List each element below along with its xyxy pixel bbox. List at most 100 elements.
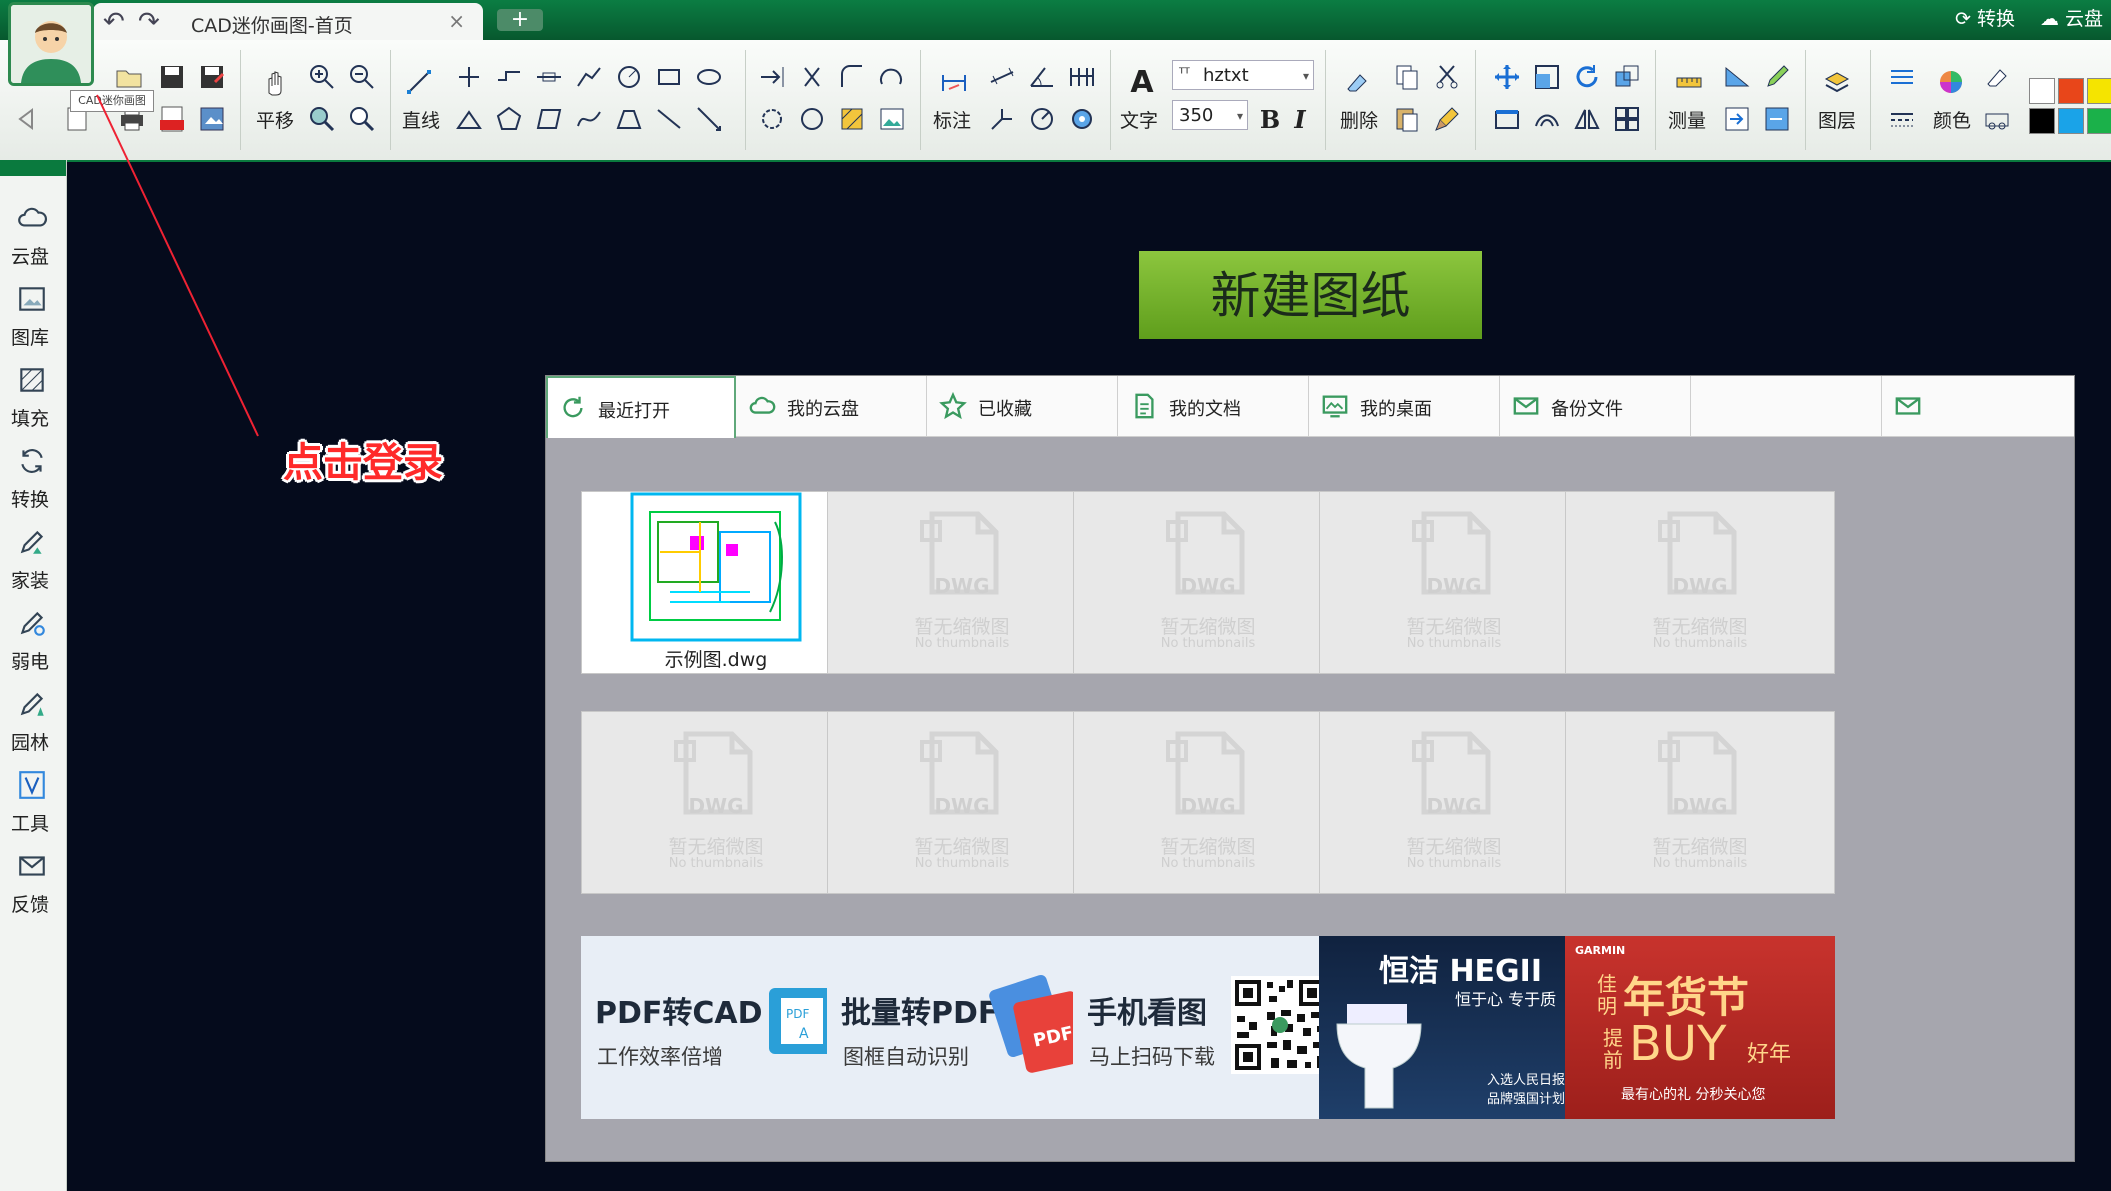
- no-thumbnail-en: No thumbnails: [914, 856, 1010, 871]
- garden-icon: [12, 684, 52, 724]
- tab-backup-files[interactable]: 备份文件: [1501, 376, 1691, 436]
- no-thumbnail-en: No thumbnails: [668, 856, 764, 871]
- sidebar-label: 填充: [10, 408, 49, 430]
- ad-brand: GARMIN: [1575, 944, 1626, 957]
- sidebar-item-gallery[interactable]: 图库: [0, 279, 66, 351]
- no-thumbnail-cn: 暂无缩微图: [1406, 616, 1502, 638]
- promo-title: 手机看图: [1087, 996, 1207, 1031]
- cloud-icon: [12, 198, 52, 238]
- file-card-empty[interactable]: DWG 暂无缩微图 No thumbnails: [1565, 491, 1835, 674]
- no-thumbnail-en: No thumbnails: [1160, 636, 1256, 651]
- tab-label: 我的桌面: [1360, 399, 1432, 420]
- ad-slogan: 恒于心 专于质: [1455, 990, 1557, 1009]
- no-thumbnail-en: No thumbnails: [1406, 856, 1502, 871]
- sidebar-label: 云盘: [10, 246, 49, 268]
- file-card-empty[interactable]: DWG 暂无缩微图 No thumbnails: [1565, 711, 1835, 894]
- svg-text:PDF: PDF: [786, 1007, 809, 1021]
- login-hint-annotation: 点击登录: [283, 440, 443, 486]
- promo-pdf-to-cad[interactable]: PDF转CAD 工作效率倍增 PDF A: [581, 936, 851, 1119]
- promo-mobile-view[interactable]: 手机看图 马上扫码下载: [1073, 936, 1343, 1119]
- dwg-label: DWG: [1426, 794, 1482, 818]
- star-icon: [938, 391, 968, 421]
- ad-footer: 最有心的礼 分秒关心您: [1621, 1087, 1766, 1103]
- sidebar-label: 园林: [10, 732, 49, 754]
- no-thumbnail-cn: 暂无缩微图: [1160, 836, 1256, 858]
- sidebar-item-low-voltage[interactable]: 弱电: [0, 603, 66, 675]
- tab-label: 我的云盘: [787, 399, 859, 420]
- tab-my-desktop[interactable]: 我的桌面: [1310, 376, 1500, 436]
- ad-text: 前: [1603, 1048, 1623, 1072]
- tab-favorites[interactable]: 已收藏: [928, 376, 1118, 436]
- left-sidebar: 云盘 图库 填充 转换 家装 弱电 园林 工具 反馈: [0, 160, 67, 1191]
- dwg-label: DWG: [1180, 794, 1236, 818]
- new-drawing-button[interactable]: 新建图纸: [1139, 251, 1482, 339]
- promo-batch-pdf[interactable]: 批量转PDF 图框自动识别 PDF: [827, 936, 1097, 1119]
- ad-text: BUY: [1629, 1016, 1727, 1072]
- no-thumbnail-cn: 暂无缩微图: [914, 616, 1010, 638]
- desktop-icon: [1320, 391, 1350, 421]
- no-thumbnail-en: No thumbnails: [1160, 856, 1256, 871]
- mail-icon: [1511, 391, 1541, 421]
- sidebar-label: 工具: [10, 813, 49, 835]
- file-name: 示例图.dwg: [664, 649, 768, 671]
- sidebar-item-hatch[interactable]: 填充: [0, 360, 66, 432]
- sidebar-label: 弱电: [10, 651, 49, 673]
- cad-thumbnail: [630, 492, 802, 642]
- no-thumbnail-cn: 暂无缩微图: [1160, 616, 1256, 638]
- document-icon: [1129, 391, 1159, 421]
- cloud-icon: [747, 391, 777, 421]
- file-card-empty[interactable]: DWG 暂无缩微图 No thumbnails: [827, 491, 1097, 674]
- no-thumbnail-cn: 暂无缩微图: [1652, 616, 1748, 638]
- hatch-icon: [12, 360, 52, 400]
- promo-subtitle: 工作效率倍增: [597, 1045, 723, 1069]
- toilet-image: [1336, 1004, 1422, 1109]
- dwg-label: DWG: [1672, 574, 1728, 598]
- tab-my-documents[interactable]: 我的文档: [1119, 376, 1309, 436]
- file-card-empty[interactable]: DWG 暂无缩微图 No thumbnails: [1073, 711, 1343, 894]
- svg-text:A: A: [799, 1026, 809, 1042]
- tab-message[interactable]: [1883, 376, 2073, 436]
- sidebar-item-feedback[interactable]: 反馈: [0, 846, 66, 918]
- refresh-icon: [558, 393, 588, 423]
- tab-label: 我的文档: [1169, 399, 1241, 420]
- sidebar-item-home-decor[interactable]: 家装: [0, 522, 66, 594]
- sidebar-label: 家装: [10, 570, 49, 592]
- tools-icon: [12, 765, 52, 805]
- file-card-empty[interactable]: DWG 暂无缩微图 No thumbnails: [581, 711, 851, 894]
- file-tabs: 最近打开 我的云盘 已收藏 我的文档 我的桌面 备份文件: [546, 376, 2074, 438]
- file-browser-panel: 最近打开 我的云盘 已收藏 我的文档 我的桌面 备份文件 示例图.dwg DWG 暂…: [545, 375, 2075, 1162]
- promo-title: PDF转CAD: [595, 996, 763, 1031]
- ad-line2: 品牌强国计划: [1487, 1092, 1566, 1107]
- sidebar-item-cloud[interactable]: 云盘: [0, 198, 66, 270]
- file-card-empty[interactable]: DWG 暂无缩微图 No thumbnails: [1073, 491, 1343, 674]
- dwg-label: DWG: [688, 794, 744, 818]
- home-decor-icon: [12, 522, 52, 562]
- dwg-label: DWG: [934, 794, 990, 818]
- promo-garmin-ad[interactable]: GARMIN 佳 明 年货节 提 前 BUY 好年 最有心的礼 分秒关心您: [1565, 936, 1835, 1119]
- promo-subtitle: 马上扫码下载: [1089, 1045, 1215, 1069]
- tab-recent[interactable]: 最近打开: [546, 376, 736, 438]
- dwg-label: DWG: [1180, 574, 1236, 598]
- sidebar-item-convert[interactable]: 转换: [0, 441, 66, 513]
- tab-label: 已收藏: [978, 399, 1032, 420]
- no-thumbnail-en: No thumbnails: [1652, 636, 1748, 651]
- sidebar-top-stripe: [0, 160, 66, 176]
- dwg-label: DWG: [1672, 794, 1728, 818]
- file-card-empty[interactable]: DWG 暂无缩微图 No thumbnails: [827, 711, 1097, 894]
- qr-code-icon: [1231, 976, 1329, 1074]
- dwg-label: DWG: [1426, 574, 1482, 598]
- promo-title: 批量转PDF: [841, 996, 999, 1031]
- file-card-empty[interactable]: DWG 暂无缩微图 No thumbnails: [1319, 491, 1589, 674]
- file-card-sample[interactable]: 示例图.dwg: [581, 491, 851, 674]
- tab-empty: [1692, 376, 1882, 436]
- sidebar-item-tools[interactable]: 工具: [0, 765, 66, 837]
- convert-icon: [12, 441, 52, 481]
- low-voltage-icon: [12, 603, 52, 643]
- no-thumbnail-cn: 暂无缩微图: [1652, 836, 1748, 858]
- sidebar-item-garden[interactable]: 园林: [0, 684, 66, 756]
- file-card-empty[interactable]: DWG 暂无缩微图 No thumbnails: [1319, 711, 1589, 894]
- tab-label: 最近打开: [598, 401, 670, 422]
- promo-hegii-ad[interactable]: 恒洁 HEGII 恒于心 专于质 入选人民日报社 品牌强国计划: [1319, 936, 1589, 1119]
- tab-my-cloud[interactable]: 我的云盘: [737, 376, 927, 436]
- tab-label: 备份文件: [1551, 399, 1623, 420]
